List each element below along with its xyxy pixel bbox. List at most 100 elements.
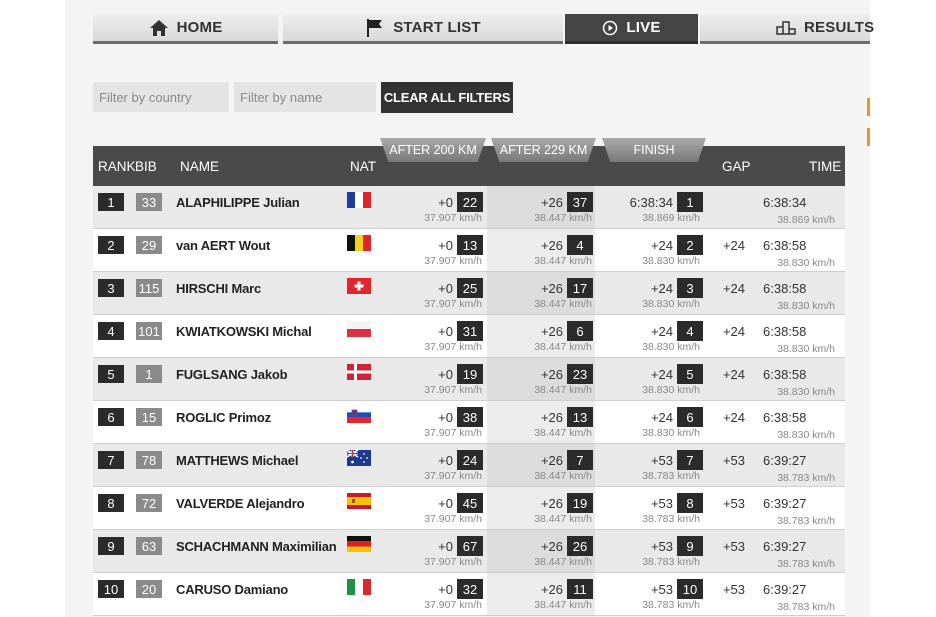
rider-name[interactable]: ALAPHILIPPE Julian	[176, 195, 300, 210]
finish-speed: 38.783 km/h	[642, 599, 700, 611]
split-2-speed: 38.447 km/h	[534, 599, 592, 611]
rank-badge: 1	[98, 193, 124, 211]
rider-name[interactable]: ROGLIC Primoz	[176, 410, 271, 425]
home-icon	[149, 19, 169, 37]
finish-speed: 38.830 km/h	[642, 427, 700, 439]
tab-live-label: LIVE	[626, 19, 661, 36]
gap-value: +53	[722, 539, 745, 554]
finish-speed: 38.830 km/h	[642, 384, 700, 396]
finish-speed: 38.783 km/h	[642, 470, 700, 482]
rank-badge: 10	[98, 580, 124, 598]
total-time: 6:39:27	[763, 496, 807, 511]
tab-live[interactable]: LIVE	[565, 14, 698, 44]
column-name: NAME	[180, 159, 220, 174]
rider-name[interactable]: CARUSO Damiano	[176, 582, 288, 597]
table-row[interactable]: 7 78 MATTHEWS Michael +0 24 37.907 km/h +26 7 38…	[93, 444, 845, 487]
split-2-time: +26	[540, 281, 563, 296]
rider-name[interactable]: MATTHEWS Michael	[176, 453, 298, 468]
rank-badge: 9	[98, 537, 124, 555]
table-row[interactable]: 8 72 VALVERDE Alejandro +0 45 37.907 km/h +26 1…	[93, 487, 845, 530]
split-1-position: 19	[457, 364, 483, 384]
table-row[interactable]: 1 33 ALAPHILIPPE Julian +0 22 37.907 km/h +26 3…	[93, 186, 845, 229]
flag-icon-esp	[347, 493, 371, 509]
split-2-speed: 38.447 km/h	[534, 255, 592, 267]
finish-time: +24	[650, 410, 673, 425]
finish-speed: 38.830 km/h	[642, 255, 700, 267]
bib-badge: 72	[136, 494, 162, 512]
rider-name[interactable]: VALVERDE Alejandro	[176, 496, 305, 511]
finish-time: 6:38:34	[629, 195, 673, 210]
rank-badge: 6	[98, 408, 124, 426]
finish-time: +53	[650, 582, 673, 597]
total-time: 6:39:27	[763, 539, 807, 554]
main-nav: HOME START LIST LIVE RESULTS	[93, 14, 874, 46]
split-1-time: +0	[438, 195, 453, 210]
split-2-speed: 38.447 km/h	[534, 513, 592, 525]
finish-speed: 38.783 km/h	[642, 556, 700, 568]
section-after-229km[interactable]: AFTER 229 KM	[491, 138, 596, 162]
split-1-time: +0	[438, 496, 453, 511]
tab-start-list[interactable]: START LIST	[283, 14, 563, 44]
column-gap: GAP	[722, 159, 751, 174]
table-row[interactable]: 5 1 FUGLSANG Jakob +0 19 37.907 km/h +26 23 38.4…	[93, 358, 845, 401]
avg-speed: 38.869 km/h	[777, 214, 835, 226]
total-time: 6:38:58	[763, 324, 807, 339]
rider-name[interactable]: FUGLSANG Jakob	[176, 367, 288, 382]
table-row[interactable]: 3 115 HIRSCHI Marc +0 25 37.907 km/h +26 17 38.4…	[93, 272, 845, 315]
clear-filters-button[interactable]: CLEAR ALL FILTERS	[381, 82, 513, 113]
split-1-speed: 37.907 km/h	[424, 599, 482, 611]
rider-name[interactable]: KWIATKOWSKI Michal	[176, 324, 312, 339]
table-row[interactable]: 2 29 van AERT Wout +0 13 37.907 km/h +26 4 38.44…	[93, 229, 845, 272]
finish-position: 5	[677, 364, 703, 384]
table-row[interactable]: 4 101 KWIATKOWSKI Michal +0 31 37.907 km/h +26…	[93, 315, 845, 358]
rank-badge: 3	[98, 279, 124, 297]
total-time: 6:39:27	[763, 453, 807, 468]
name-filter-input[interactable]	[234, 82, 376, 112]
split-2-speed: 38.447 km/h	[534, 212, 592, 224]
accent-mark	[867, 128, 870, 146]
split-1-time: +0	[438, 281, 453, 296]
rider-name[interactable]: HIRSCHI Marc	[176, 281, 261, 296]
split-1-position: 24	[457, 450, 483, 470]
total-time: 6:39:27	[763, 582, 807, 597]
split-2-time: +26	[540, 238, 563, 253]
finish-time: +24	[650, 367, 673, 382]
split-1-position: 22	[457, 192, 483, 212]
finish-position: 2	[677, 235, 703, 255]
gap-value: +53	[722, 582, 745, 597]
split-1-time: +0	[438, 324, 453, 339]
tab-home[interactable]: HOME	[93, 14, 278, 44]
avg-speed: 38.830 km/h	[777, 343, 835, 355]
split-1-speed: 37.907 km/h	[424, 341, 482, 353]
tab-results[interactable]: RESULTS	[700, 14, 874, 44]
column-bib: BIB	[135, 159, 157, 174]
rider-name[interactable]: van AERT Wout	[176, 238, 270, 253]
total-time: 6:38:58	[763, 367, 807, 382]
finish-position: 9	[677, 536, 703, 556]
split-2-position: 23	[567, 364, 593, 384]
rank-badge: 8	[98, 494, 124, 512]
bib-badge: 33	[136, 193, 162, 211]
bib-badge: 63	[136, 537, 162, 555]
split-2-time: +26	[540, 410, 563, 425]
split-2-time: +26	[540, 539, 563, 554]
table-row[interactable]: 6 15 ROGLIC Primoz +0 38 37.907 km/h +26 13 38.4…	[93, 401, 845, 444]
country-filter-input[interactable]	[93, 82, 229, 112]
section-after-200km[interactable]: AFTER 200 KM	[380, 138, 486, 162]
rider-name[interactable]: SCHACHMANN Maximilian	[176, 539, 337, 554]
section-finish[interactable]: FINISH	[602, 138, 706, 162]
play-circle-icon	[602, 20, 618, 36]
table-row[interactable]: 10 20 CARUSO Damiano +0 32 37.907 km/h +26 11 38…	[93, 573, 845, 616]
split-1-position: 32	[457, 579, 483, 599]
total-time: 6:38:58	[763, 238, 807, 253]
accent-mark	[867, 98, 870, 116]
avg-speed: 38.783 km/h	[777, 558, 835, 570]
podium-icon	[776, 20, 796, 36]
flag-icon-aus	[347, 450, 371, 466]
split-1-speed: 37.907 km/h	[424, 470, 482, 482]
flag-icon-slo	[347, 407, 371, 423]
column-nat: NAT	[350, 159, 376, 174]
split-2-speed: 38.447 km/h	[534, 470, 592, 482]
split-1-time: +0	[438, 410, 453, 425]
table-row[interactable]: 9 63 SCHACHMANN Maximilian +0 67 37.907 km/h +…	[93, 530, 845, 573]
